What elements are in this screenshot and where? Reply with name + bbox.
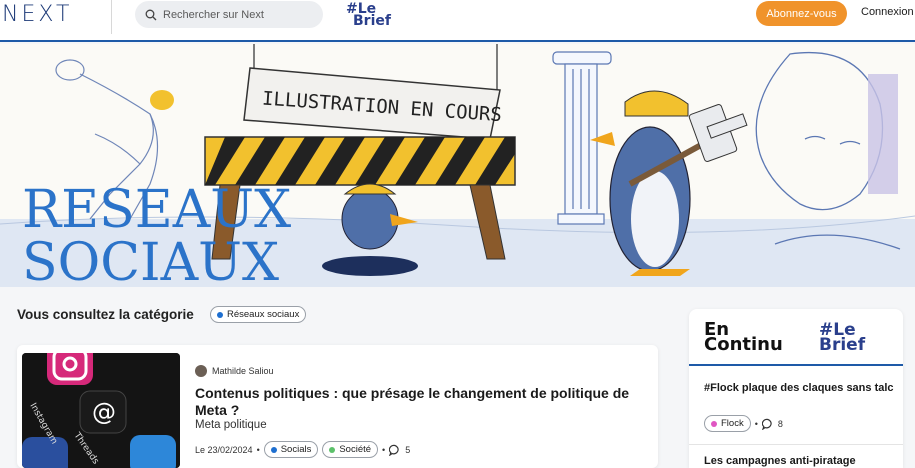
header-divider — [111, 0, 112, 34]
brief-side-line2: Brief — [819, 335, 866, 355]
article-meta: Le 23/02/2024 • Socials Société • 5 — [195, 441, 410, 458]
meta-separator: • — [256, 444, 260, 455]
brief-logo-line2: Brief — [353, 13, 391, 29]
author-avatar — [195, 365, 207, 377]
en-continu-heading: En Continu — [704, 321, 783, 355]
meta-separator: • — [754, 418, 758, 429]
news-divider — [689, 444, 903, 445]
tag-dot — [329, 446, 336, 453]
tag-socials[interactable]: Socials — [263, 441, 319, 458]
site-header: NEXT #Le Brief Abonnez-vous Connexion — [0, 0, 915, 42]
subscribe-button[interactable]: Abonnez-vous — [756, 1, 847, 26]
category-heading: Vous consultez la catégorie — [17, 307, 194, 322]
news-item-title[interactable]: Les campagnes anti-piratage — [704, 455, 856, 467]
article-thumbnail[interactable]: @ Instagram Threads — [22, 353, 180, 468]
search-box[interactable] — [135, 1, 323, 28]
category-pill-label: Réseaux sociaux — [227, 309, 300, 320]
comment-count[interactable]: 8 — [778, 419, 783, 429]
tag-label: Socials — [280, 444, 312, 455]
author-name: Mathilde Saliou — [212, 366, 274, 376]
article-date: Le 23/02/2024 — [195, 444, 253, 455]
comment-count[interactable]: 5 — [405, 445, 410, 455]
comment-icon — [389, 444, 399, 456]
en-continu-panel: En Continu #Le Brief #Flock plaque des c… — [689, 309, 903, 468]
login-link[interactable]: Connexion — [861, 6, 914, 18]
banner-illustration: ILLUSTRATION EN COURS RESEAUX SOCIAUX — [0, 44, 915, 287]
category-pill[interactable]: Réseaux sociaux — [210, 306, 307, 323]
category-banner: ILLUSTRATION EN COURS RESEAUX SOCIAUX — [0, 44, 915, 287]
article-title[interactable]: Contenus politiques : que présage le cha… — [195, 385, 645, 419]
le-brief-logo[interactable]: #Le Brief — [344, 1, 404, 29]
news-item-meta: Flock • 8 — [704, 415, 783, 432]
news-item-title[interactable]: #Flock plaque des claques sans talc — [704, 381, 894, 395]
tag-flock[interactable]: Flock — [704, 415, 751, 432]
article-author[interactable]: Mathilde Saliou — [195, 365, 274, 377]
tag-label: Flock — [721, 418, 744, 429]
social-apps-image: @ Instagram Threads — [22, 353, 180, 468]
tag-societe[interactable]: Société — [322, 441, 379, 458]
banner-title-line2: SOCIAUX — [22, 233, 279, 287]
meta-separator: • — [382, 444, 386, 455]
search-input[interactable] — [163, 8, 313, 21]
tag-dot — [270, 446, 277, 453]
category-dot — [217, 311, 223, 318]
panel-underline — [689, 364, 903, 366]
article-card[interactable]: @ Instagram Threads Mathilde Saliou Cont… — [17, 345, 658, 468]
tag-dot — [711, 420, 717, 427]
search-icon — [145, 9, 157, 20]
comment-icon — [761, 418, 772, 430]
en-continu-line2: Continu — [704, 334, 783, 355]
le-brief-side-logo[interactable]: #Le Brief — [819, 322, 866, 355]
banner-title-line1: RESEAUX — [22, 180, 291, 240]
article-subtitle: Meta politique — [195, 419, 267, 431]
tag-label: Société — [339, 444, 372, 455]
svg-text:@: @ — [92, 398, 116, 426]
next-logo[interactable]: NEXT — [2, 2, 72, 27]
